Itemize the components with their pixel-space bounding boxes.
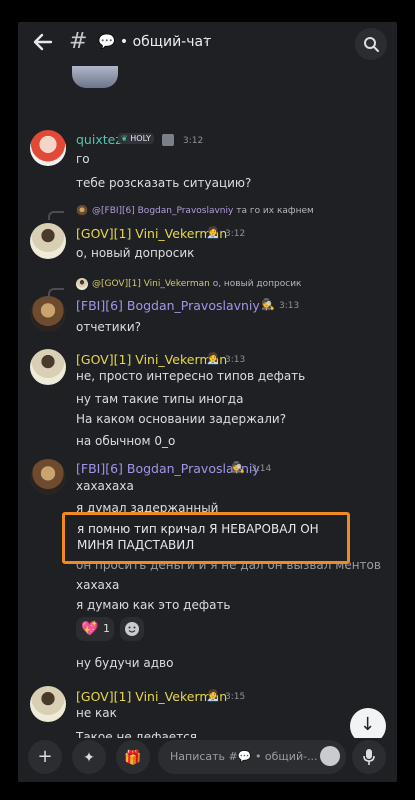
badge-label: HOLY (130, 134, 151, 143)
reply-author: @[FBI][6] Bogdan_Pravoslavniy (92, 206, 234, 216)
add-reaction-button[interactable] (120, 617, 144, 641)
voice-message-button[interactable] (352, 740, 386, 774)
leaf-icon: ❦ (121, 134, 128, 143)
reply-text: о, новый допросик (212, 279, 302, 289)
author-name[interactable]: [GOV][1] Vini_Vekerman (76, 226, 227, 241)
gift-icon: 🎁 (124, 750, 142, 766)
heart-sparkle-icon: 💖 (81, 621, 99, 637)
role-emoji-icon: 🧑‍💼 (206, 226, 220, 239)
microphone-icon (363, 749, 375, 765)
avatar[interactable] (30, 686, 66, 722)
add-attachment-button[interactable]: + (28, 740, 62, 774)
reply-preview[interactable]: @[FBI][6] Bogdan_Pravoslavniy та го их к… (92, 206, 314, 216)
author-name[interactable]: [GOV][1] Vini_Vekerman (76, 352, 227, 367)
role-emoji-icon: 🕵️ (231, 461, 245, 474)
chevron-right-icon[interactable]: › (204, 32, 210, 48)
message-text: отчетики? (76, 320, 142, 334)
apps-button[interactable]: ✦ (72, 740, 106, 774)
timestamp: 3:12 (183, 136, 204, 146)
timestamp: 3:13 (279, 301, 300, 311)
author-name[interactable]: [FBI][6] Bogdan_Pravoslavniy (76, 298, 260, 313)
message-text: тебе розсказать ситуацию? (76, 176, 252, 190)
composer-bar: + ✦ 🎁 Написать #💬 • общий-... (18, 738, 397, 782)
channel-name[interactable]: 💬 • общий-чат (98, 34, 211, 50)
timestamp: 3:12 (225, 229, 246, 239)
back-arrow-icon[interactable] (32, 31, 56, 55)
message-text: на обычном 0_о (76, 434, 176, 448)
reaction-chip[interactable]: 💖 1 (76, 617, 114, 641)
message-text: не, просто интересно типов дефать (76, 369, 306, 383)
reply-avatar (76, 205, 88, 217)
search-icon (364, 37, 379, 52)
reply-preview[interactable]: @[GOV][1] Vini_Vekerman о, новый допроси… (92, 279, 302, 289)
message-list[interactable]: quixtez ❦ HOLY 3:12 го тебе розсказать с… (18, 66, 397, 738)
sticker-image (72, 66, 118, 88)
reply-text: та го их кафнем (236, 206, 314, 216)
gift-button[interactable]: 🎁 (116, 740, 150, 774)
reaction-count: 1 (103, 622, 110, 635)
app-window: # 💬 • общий-чат › quixtez ❦ HOLY 3:12 го… (18, 22, 397, 782)
role-emoji-icon: 🕵️ (261, 298, 275, 311)
author-name[interactable]: [GOV][1] Vini_Vekerman (76, 689, 227, 704)
message-text: я думаю как это дефать (76, 598, 231, 612)
plus-icon: + (37, 746, 53, 767)
message-text: не как (76, 706, 117, 720)
hashtag-icon: # (69, 29, 88, 54)
emoji-picker-icon[interactable] (320, 746, 340, 766)
avatar[interactable] (30, 223, 66, 259)
timestamp: 3:15 (225, 692, 246, 702)
message-text: хахаха (76, 578, 120, 592)
message-text: ну будучи адво (76, 656, 174, 670)
jump-to-bottom-button[interactable]: ↓ (350, 708, 386, 738)
role-emoji-icon: 🧑‍💼 (206, 689, 220, 702)
reply-author: @[GOV][1] Vini_Vekerman (92, 279, 210, 289)
role-emoji-icon: 🧑‍💼 (206, 352, 220, 365)
timestamp: 3:13 (225, 355, 246, 365)
avatar[interactable] (30, 349, 66, 385)
message-input-placeholder: Написать #💬 • общий-... (170, 750, 318, 763)
avatar[interactable] (30, 296, 66, 332)
reply-connector (48, 211, 64, 220)
message-text: ну там такие типы иногда (76, 392, 244, 406)
message-text: Такое не дефается (76, 730, 197, 738)
message-text: На каком основании задержали? (76, 412, 287, 426)
message-input[interactable]: Написать #💬 • общий-... (158, 740, 346, 774)
role-badge: ❦ HOLY (118, 133, 154, 144)
add-reaction-icon (125, 622, 139, 636)
avatar[interactable] (30, 130, 66, 166)
search-button[interactable] (355, 28, 387, 60)
top-bar: # 💬 • общий-чат › (18, 22, 397, 66)
avatar[interactable] (30, 459, 66, 495)
arrow-down-icon: ↓ (360, 714, 376, 735)
timestamp: 3:14 (251, 464, 272, 474)
message-text: го (76, 152, 90, 166)
apps-icon: ✦ (83, 750, 95, 766)
reply-avatar (76, 278, 88, 290)
message-text: о, новый допросик (76, 246, 195, 260)
author-name[interactable]: quixtez (76, 132, 122, 147)
highlight-box: я помню тип кричал Я НЕВАРОВАЛ ОН МИНЯ П… (62, 512, 350, 564)
badge-image-icon (162, 134, 174, 146)
highlighted-message-text: я помню тип кричал Я НЕВАРОВАЛ ОН МИНЯ П… (77, 522, 319, 552)
message-text: хахахаха (76, 479, 134, 493)
